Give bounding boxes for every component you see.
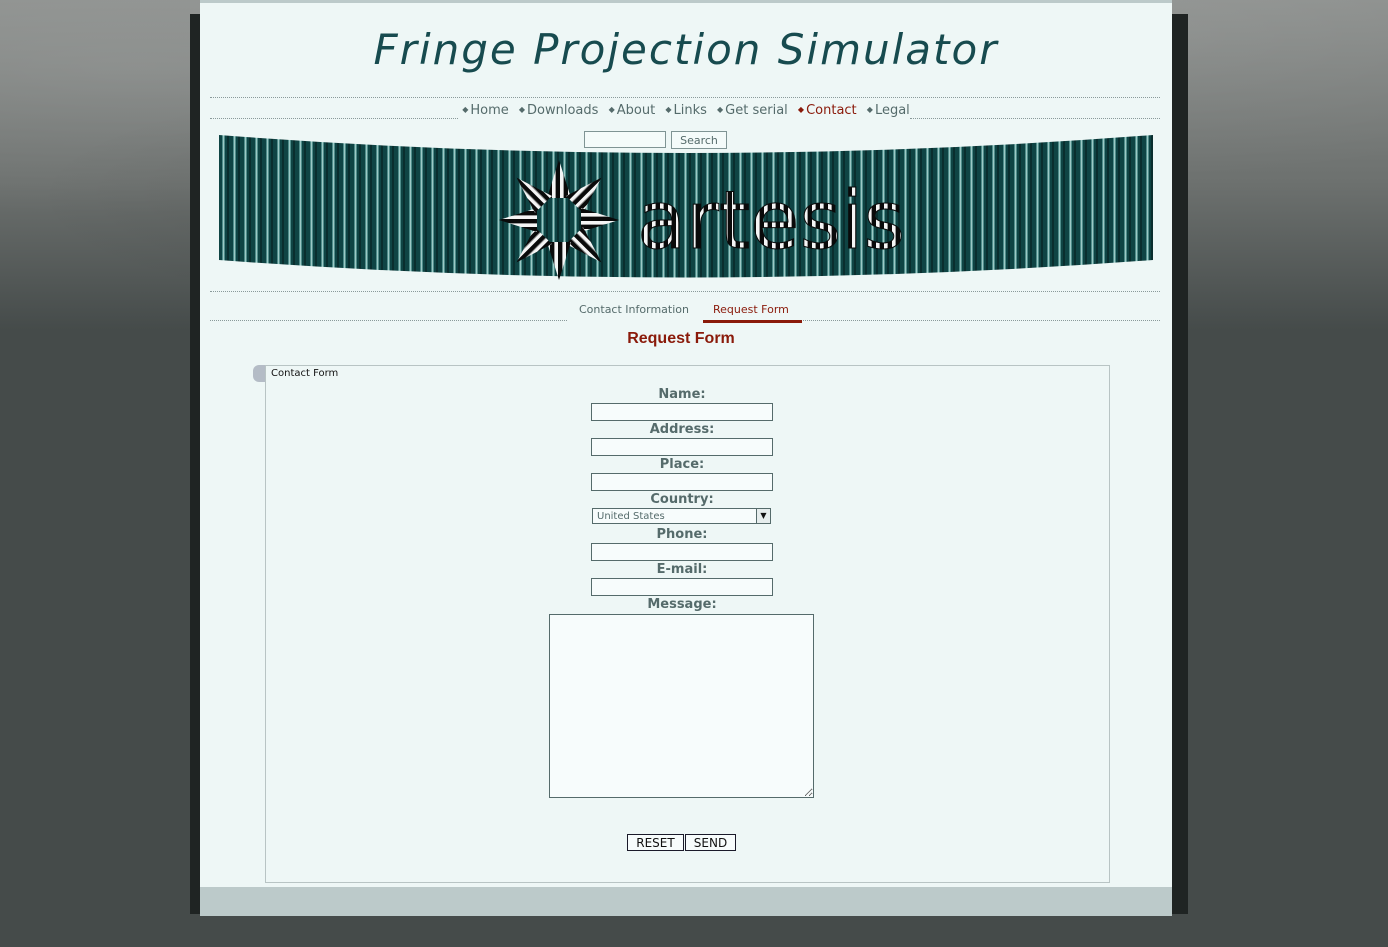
contact-form-legend: Contact Form [271,368,343,379]
tab-request-form[interactable]: Request Form [713,303,789,316]
main-nav: ◆ Home ◆ Downloads ◆ About ◆ Links ◆ Get seri… [200,103,1172,118]
email-field[interactable] [591,578,773,596]
nav-item-legal[interactable]: ◆ Legal [867,103,910,118]
country-label: Country: [650,492,714,507]
phone-field[interactable] [591,543,773,561]
send-button[interactable]: SEND [685,834,736,851]
address-field[interactable] [591,438,773,456]
message-label: Message: [647,597,717,612]
diamond-bullet-icon: ◆ [518,105,526,114]
site-title: Fringe Projection Simulator [373,25,999,74]
nav-item-get-serial[interactable]: ◆ Get serial [717,103,788,118]
divider [910,118,1160,119]
diamond-bullet-icon: ◆ [462,105,469,114]
nav-item-home[interactable]: ◆ Home [462,103,509,118]
diamond-bullet-icon: ◆ [717,105,724,114]
active-tab-indicator [703,320,802,323]
nav-item-label: Get serial [725,103,788,118]
place-field[interactable] [591,473,773,491]
chevron-down-icon[interactable]: ▼ [756,509,770,523]
section-title: Request Form [627,330,735,347]
country-select-value: United States [597,511,665,522]
footer-bar [200,887,1172,916]
name-field[interactable] [591,403,773,421]
legend-tab [253,365,265,382]
place-label: Place: [659,457,705,472]
country-select[interactable]: United States ▼ [592,508,771,524]
diamond-bullet-icon: ◆ [797,105,805,114]
nav-item-links[interactable]: ◆ Links [665,103,707,118]
banner-logo-text: artesis [637,174,905,267]
divider [803,320,1160,321]
diamond-bullet-icon: ◆ [608,105,615,114]
nav-item-label: Downloads [527,103,599,118]
banner-image: artesis [219,135,1153,280]
reset-button[interactable]: RESET [627,834,684,851]
email-label: E-mail: [656,562,708,577]
tab-contact-information[interactable]: Contact Information [579,303,689,316]
nav-item-label: About [616,103,656,118]
nav-item-label: Links [673,103,707,118]
nav-item-label: Home [470,103,509,118]
address-label: Address: [649,422,715,437]
page-container: Fringe Projection Simulator ◆ Home ◆ Downl… [200,0,1172,916]
diamond-bullet-icon: ◆ [665,105,672,114]
nav-item-about[interactable]: ◆ About [609,103,656,118]
diamond-bullet-icon: ◆ [866,105,873,114]
nav-item-downloads[interactable]: ◆ Downloads [519,103,599,118]
divider [210,291,1160,292]
nav-item-contact[interactable]: ◆ Contact [798,103,857,118]
phone-label: Phone: [656,527,708,542]
nav-item-label: Contact [806,103,857,118]
nav-item-label: Legal [874,103,910,118]
name-label: Name: [658,387,706,402]
message-textarea[interactable] [549,614,814,798]
divider [210,118,458,119]
divider [210,97,1160,98]
divider [210,320,567,321]
